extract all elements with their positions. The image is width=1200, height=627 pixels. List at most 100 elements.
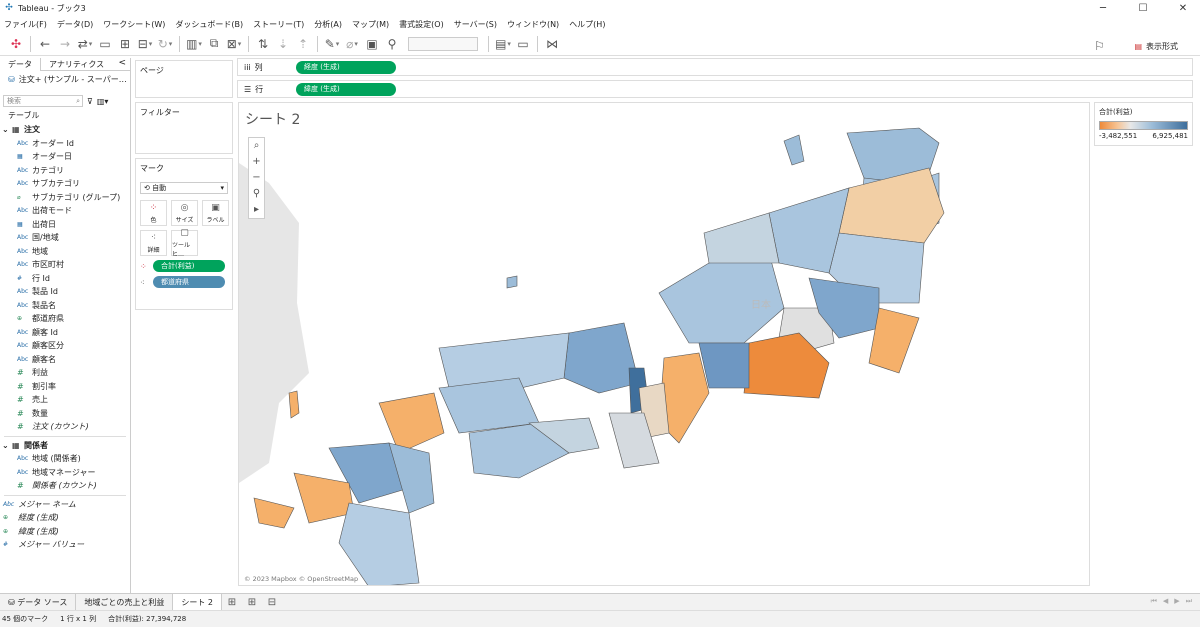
- table-group[interactable]: ⌄ ▦ 関係者: [0, 439, 130, 453]
- prefecture-pill[interactable]: 都道府県: [153, 276, 225, 288]
- field-item[interactable]: ⌀ サブカテゴリ (グループ): [0, 191, 130, 205]
- expand-icon[interactable]: ⌄: [2, 441, 12, 450]
- field-item[interactable]: # 売上: [0, 393, 130, 407]
- pin-map-icon[interactable]: ⚲: [253, 186, 260, 202]
- field-item[interactable]: # 関係者 (カウント): [0, 479, 130, 493]
- clear-sheet-icon[interactable]: ⊠: [224, 34, 244, 54]
- duplicate-icon[interactable]: ⧉: [204, 34, 224, 54]
- field-item[interactable]: Abc 顧客名: [0, 353, 130, 367]
- menu-analysis[interactable]: 分析(A): [314, 19, 342, 30]
- menu-file[interactable]: ファイル(F): [4, 19, 47, 30]
- field-item[interactable]: Abc 出荷モード: [0, 204, 130, 218]
- field-item[interactable]: Abc 地域: [0, 245, 130, 259]
- latitude-pill[interactable]: 緯度 (生成): [296, 82, 396, 96]
- menu-server[interactable]: サーバー(S): [454, 19, 497, 30]
- field-item[interactable]: ▦ 出荷日: [0, 218, 130, 232]
- columns-shelf[interactable]: iii 列 経度 (生成): [237, 58, 1193, 76]
- tab-analytics[interactable]: アナリティクス: [41, 58, 112, 71]
- undo-icon[interactable]: ←: [35, 34, 55, 54]
- group-icon[interactable]: ⌀: [342, 34, 362, 54]
- view-options-icon[interactable]: ▥▾: [97, 97, 109, 106]
- field-item[interactable]: # 割引率: [0, 380, 130, 394]
- field-item[interactable]: # 数量: [0, 407, 130, 421]
- datasource-item[interactable]: ⛁ 注文+ (サンプル - スーパー…: [0, 71, 130, 87]
- first-tab-icon[interactable]: ⏮: [1151, 597, 1157, 606]
- mark-type-dropdown[interactable]: ⟲ 自動 ▾: [140, 182, 228, 194]
- show-cards-icon[interactable]: ▤: [493, 34, 513, 54]
- fit-dropdown[interactable]: [408, 36, 478, 51]
- redo-icon[interactable]: →: [55, 34, 75, 54]
- pause-updates-icon[interactable]: ⊟: [135, 34, 155, 54]
- field-item[interactable]: Abc サブカテゴリ: [0, 177, 130, 191]
- menu-format[interactable]: 書式設定(O): [399, 19, 444, 30]
- field-item[interactable]: # 利益: [0, 366, 130, 380]
- pin-icon[interactable]: ⚲: [382, 34, 402, 54]
- new-worksheet-icon[interactable]: ▥: [184, 34, 204, 54]
- show-me-button[interactable]: ⚐ ▤ 表示形式: [1092, 36, 1178, 56]
- sort-asc-icon[interactable]: ⇣: [273, 34, 293, 54]
- last-tab-icon[interactable]: ⏭: [1186, 597, 1192, 606]
- paint-icon[interactable]: ⚐: [1092, 36, 1106, 56]
- color-button[interactable]: ⁘ 色: [140, 200, 167, 226]
- expand-icon[interactable]: ▸: [254, 202, 259, 218]
- field-item[interactable]: Abc 地域 (関係者): [0, 452, 130, 466]
- table-group[interactable]: ⌄ ▦ 注文: [0, 123, 130, 137]
- field-item[interactable]: ⊕ 経度 (生成): [0, 511, 130, 525]
- field-item[interactable]: # 注文 (カウント): [0, 420, 130, 434]
- refresh-icon[interactable]: ↻: [155, 34, 175, 54]
- field-item[interactable]: Abc 市区町村: [0, 258, 130, 272]
- map-canvas[interactable]: 日本: [239, 103, 1090, 586]
- swap-icon[interactable]: ⇅: [253, 34, 273, 54]
- label-button[interactable]: ▣ ラベル: [202, 200, 229, 226]
- new-worksheet-tab-icon[interactable]: ⊞: [222, 597, 242, 608]
- sort-desc-icon[interactable]: ⇡: [293, 34, 313, 54]
- field-item[interactable]: ⊕ 緯度 (生成): [0, 525, 130, 539]
- field-item[interactable]: Abc 顧客区分: [0, 339, 130, 353]
- menu-window[interactable]: ウィンドウ(N): [507, 19, 559, 30]
- filters-card[interactable]: フィルター: [135, 102, 233, 154]
- expand-icon[interactable]: ⌄: [2, 125, 12, 134]
- field-item[interactable]: Abc 顧客 Id: [0, 326, 130, 340]
- tooltip-button[interactable]: ▢ ツールヒ…: [171, 228, 198, 258]
- maximize-button[interactable]: ☐: [1132, 3, 1154, 14]
- menu-data[interactable]: データ(D): [57, 19, 93, 30]
- minimize-button[interactable]: ─: [1092, 3, 1114, 14]
- replay-icon[interactable]: ⇄: [75, 34, 95, 54]
- prev-tab-icon[interactable]: ◀: [1163, 597, 1168, 606]
- filter-icon[interactable]: ⊽: [87, 97, 93, 106]
- tab-data[interactable]: データ: [0, 57, 41, 71]
- field-item[interactable]: Abc オーダー Id: [0, 137, 130, 151]
- field-item[interactable]: Abc 製品名: [0, 299, 130, 313]
- new-datasource-icon[interactable]: ⊞: [115, 34, 135, 54]
- menu-story[interactable]: ストーリー(T): [253, 19, 304, 30]
- field-item[interactable]: Abc メジャー ネーム: [0, 498, 130, 512]
- profit-pill[interactable]: 合計(利益): [153, 260, 225, 272]
- field-item[interactable]: ▦ オーダー日: [0, 150, 130, 164]
- collapse-pane-button[interactable]: <: [118, 58, 126, 68]
- color-legend[interactable]: 合計(利益) -3,482,551 6,925,481: [1094, 102, 1193, 146]
- rows-shelf[interactable]: ☰ 行 緯度 (生成): [237, 80, 1193, 98]
- field-item[interactable]: # メジャー バリュー: [0, 538, 130, 552]
- tab-sheet-2[interactable]: シート 2: [173, 593, 222, 611]
- zoom-out-icon[interactable]: −: [252, 170, 260, 186]
- field-item[interactable]: Abc 地域マネージャー: [0, 466, 130, 480]
- field-item[interactable]: # 行 Id: [0, 272, 130, 286]
- presentation-icon[interactable]: ▭: [513, 34, 533, 54]
- longitude-pill[interactable]: 経度 (生成): [296, 60, 396, 74]
- zoom-in-icon[interactable]: +: [252, 154, 260, 170]
- tab-sheet-1[interactable]: 地域ごとの売上と利益: [76, 593, 174, 611]
- new-story-tab-icon[interactable]: ⊟: [262, 597, 282, 608]
- close-button[interactable]: ✕: [1172, 3, 1194, 14]
- field-item[interactable]: Abc カテゴリ: [0, 164, 130, 178]
- tableau-home-icon[interactable]: ✣: [6, 34, 26, 54]
- menu-help[interactable]: ヘルプ(H): [569, 19, 605, 30]
- detail-button[interactable]: ⁖ 詳細: [140, 230, 167, 256]
- menu-worksheet[interactable]: ワークシート(W): [103, 19, 165, 30]
- next-tab-icon[interactable]: ▶: [1174, 597, 1179, 606]
- search-input[interactable]: 検索 ⌕: [3, 95, 83, 107]
- new-dashboard-tab-icon[interactable]: ⊞: [242, 597, 262, 608]
- highlight-icon[interactable]: ✎: [322, 34, 342, 54]
- map-search-icon[interactable]: ⌕: [254, 138, 260, 154]
- menu-map[interactable]: マップ(M): [352, 19, 389, 30]
- pages-card[interactable]: ページ: [135, 60, 233, 98]
